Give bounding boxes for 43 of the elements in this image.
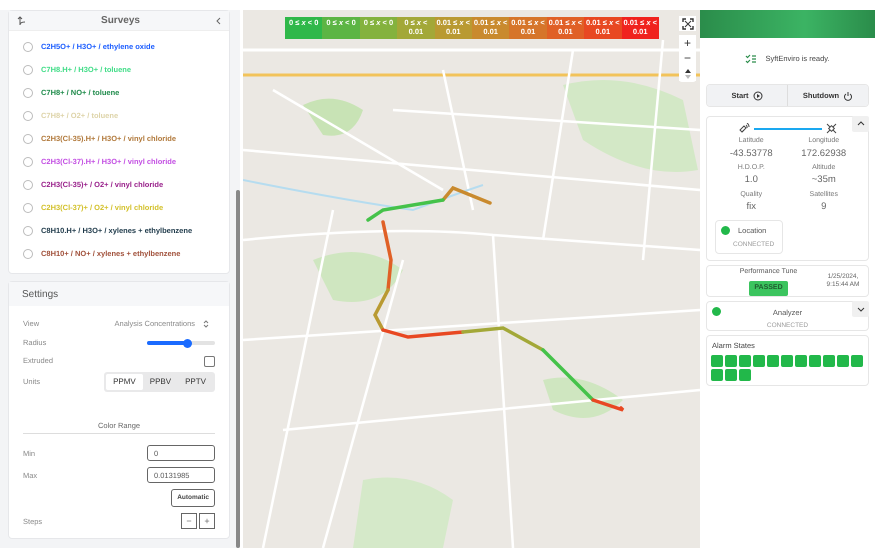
slider-thumb[interactable] [183, 338, 192, 348]
slider-track[interactable] [147, 341, 215, 345]
checklist-icon [745, 54, 758, 64]
expand-button[interactable] [852, 301, 869, 318]
unit-option[interactable]: PPBV [142, 374, 178, 390]
section-title: Settings [22, 288, 58, 302]
satellite-icon [826, 123, 836, 134]
fullscreen-button[interactable] [679, 16, 696, 31]
field-value: fix [746, 200, 757, 214]
field-value: 172.62938 [800, 146, 848, 160]
collapse-icon[interactable] [214, 16, 221, 24]
scrollbar[interactable] [236, 190, 240, 548]
sort-arrows-icon[interactable] [203, 320, 209, 328]
radio-button[interactable] [23, 110, 33, 120]
chevron-icon[interactable] [856, 306, 864, 313]
unit-option[interactable]: PPMV [106, 374, 143, 390]
increment-button[interactable]: + [199, 513, 215, 530]
panel-title: Surveys [101, 14, 140, 28]
radio-button[interactable] [23, 248, 33, 258]
radio-button[interactable] [23, 180, 33, 190]
decrement-button[interactable]: − [181, 513, 197, 530]
upload-arrow-icon[interactable] [17, 15, 26, 26]
play-icon[interactable] [752, 90, 763, 100]
field-value: ~35m [810, 173, 837, 188]
radio-button[interactable] [23, 88, 33, 98]
radio-button[interactable] [23, 226, 33, 236]
compass-icon[interactable] [684, 69, 692, 80]
power-icon[interactable] [843, 90, 854, 100]
compass-button[interactable] [679, 66, 696, 81]
field-value: 1.0 [744, 173, 759, 188]
collapse-button[interactable] [852, 116, 869, 132]
radio-button[interactable] [23, 134, 33, 144]
unit-option[interactable]: PPTV [178, 374, 213, 390]
chevron-icon[interactable] [856, 120, 864, 128]
checkbox[interactable] [204, 356, 215, 366]
radio-button[interactable] [23, 156, 33, 166]
field-value: 9 [820, 200, 828, 214]
radio-button[interactable] [23, 64, 33, 74]
radio-button[interactable] [23, 42, 33, 52]
radio-button[interactable] [23, 202, 33, 212]
field-value: -43.53778 [728, 146, 774, 160]
satellite-dish-icon [738, 123, 750, 134]
connection-line [754, 128, 822, 130]
